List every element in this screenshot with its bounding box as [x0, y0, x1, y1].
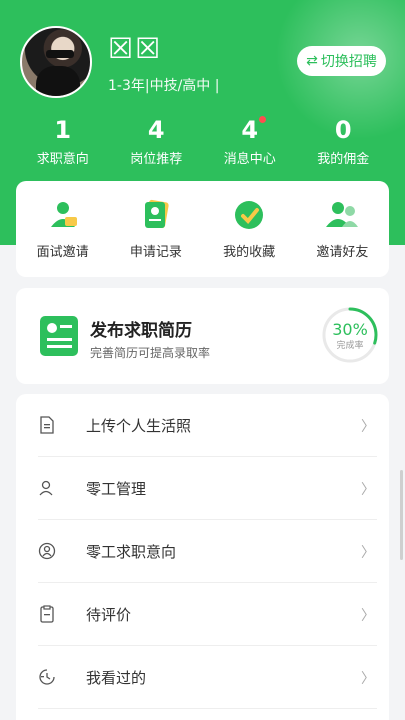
- switch-recruit-label: 切换招聘: [320, 54, 377, 70]
- menu-label: 我看过的: [86, 669, 147, 687]
- swap-icon: ⇄: [306, 53, 318, 69]
- application-record-icon: [144, 199, 169, 229]
- menu-label: 待评价: [86, 606, 132, 624]
- avatar-body: [36, 66, 80, 96]
- interview-invite-icon: [50, 202, 77, 227]
- menu-gig-intention[interactable]: 零工求职意向 〉: [16, 520, 389, 583]
- menu-label: 零工求职意向: [86, 543, 177, 561]
- stat-label: 岗位推荐: [130, 152, 183, 167]
- completion-caption: 完成率: [336, 341, 364, 351]
- quick-label: 我的收藏: [223, 245, 276, 260]
- favorites-icon: [235, 201, 264, 229]
- menu-viewed[interactable]: 我看过的 〉: [16, 646, 389, 709]
- clipboard-icon: [40, 605, 54, 623]
- chevron-right-icon: 〉: [361, 481, 375, 498]
- resume-subtitle: 完善简历可提高录取率: [90, 346, 211, 360]
- completion-percent: 30%: [332, 320, 368, 339]
- menu-label: 上传个人生活照: [86, 417, 192, 435]
- stat-value: 0: [334, 116, 352, 144]
- user-name[interactable]: ☒☒: [108, 32, 162, 65]
- avatar[interactable]: [20, 26, 92, 98]
- quick-interview-invite[interactable]: 面试邀请: [16, 181, 109, 277]
- resume-document-icon: [40, 316, 78, 356]
- menu-list: 上传个人生活照 〉 零工管理 〉 零工求职意向 〉 待评价 〉 我看过的 〉: [16, 394, 389, 720]
- invite-friends-icon: [326, 202, 359, 227]
- person-badge-icon: [38, 542, 56, 560]
- quick-invite-friends[interactable]: 邀请好友: [296, 181, 389, 277]
- chevron-right-icon: 〉: [361, 607, 375, 624]
- history-icon: [39, 669, 55, 685]
- stat-job-intention[interactable]: 1 求职意向: [16, 114, 110, 167]
- quick-label: 面试邀请: [36, 245, 89, 260]
- quick-label: 申请记录: [129, 245, 182, 260]
- scrollbar[interactable]: [400, 470, 403, 560]
- avatar-glasses: [46, 50, 74, 58]
- stat-label: 我的佣金: [317, 152, 370, 167]
- stat-value: 4: [241, 116, 259, 144]
- stat-label: 求职意向: [36, 152, 89, 167]
- stat-label: 消息中心: [223, 152, 276, 167]
- chevron-right-icon: 〉: [361, 544, 375, 561]
- switch-recruit-button[interactable]: ⇄ 切换招聘: [297, 46, 386, 76]
- menu-upload-photo[interactable]: 上传个人生活照 〉: [16, 394, 389, 457]
- stat-job-recommend[interactable]: 4 岗位推荐: [110, 114, 204, 167]
- stat-value: 1: [54, 116, 72, 144]
- divider: [38, 708, 377, 709]
- stats-bar: 1 求职意向 4 岗位推荐 4 消息中心 0 我的佣金: [0, 114, 405, 167]
- photo-document-icon: [40, 416, 54, 434]
- quick-application-record[interactable]: 申请记录: [109, 181, 202, 277]
- menu-gig-management[interactable]: 零工管理 〉: [16, 457, 389, 520]
- menu-label: 零工管理: [86, 480, 147, 498]
- chevron-right-icon: 〉: [361, 418, 375, 435]
- chevron-right-icon: 〉: [361, 670, 375, 687]
- menu-pending-review[interactable]: 待评价 〉: [16, 583, 389, 646]
- publish-resume-card[interactable]: 发布求职简历 完善简历可提高录取率 30% 完成率: [16, 288, 389, 384]
- quick-label: 邀请好友: [316, 245, 369, 260]
- stat-my-commission[interactable]: 0 我的佣金: [297, 114, 391, 167]
- unread-dot: [259, 116, 266, 123]
- stat-value: 4: [147, 116, 165, 144]
- resume-title: 发布求职简历: [90, 321, 192, 341]
- user-icon: [39, 480, 53, 496]
- quick-actions-card: 面试邀请 申请记录 我的收藏 邀请好友: [16, 181, 389, 277]
- stat-message-center[interactable]: 4 消息中心: [203, 114, 297, 167]
- quick-favorites[interactable]: 我的收藏: [203, 181, 296, 277]
- user-meta: 1-3年|中技/高中 |: [108, 78, 220, 94]
